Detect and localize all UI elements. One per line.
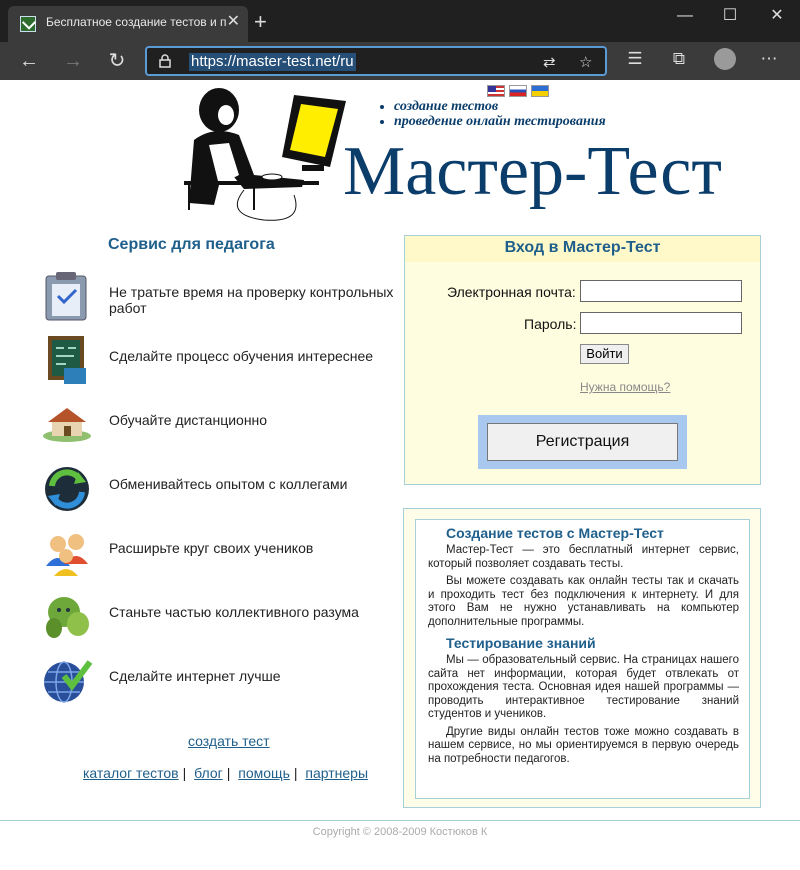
create-test-link[interactable]: создать тест [188,733,270,749]
profile-avatar-icon[interactable] [714,48,736,70]
feature-text: Расширьте круг своих учеников [109,540,314,556]
feature-text: Не тратьте время на проверку контрольных… [109,284,394,316]
people-group-icon [46,534,88,576]
email-field[interactable] [580,280,742,302]
en-flag-icon[interactable] [487,85,505,97]
new-tab-icon[interactable]: + [254,11,267,33]
feature-text: Станьте частью коллективного разума [109,604,359,620]
bottom-nav-links: каталог тестов | блог | помощь | партнеры [83,765,369,781]
maximize-icon[interactable]: ☐ [715,6,745,26]
bullet-item: проведение онлайн тестирования [394,114,606,129]
chalkboard-icon [48,336,86,384]
house-icon [43,408,91,442]
register-button[interactable]: Регистрация [487,423,678,461]
info-paragraph: Другие виды онлайн тестов тоже можно соз… [428,725,739,765]
info-paragraph: Мастер-Тест — это бесплатный интернет се… [428,544,739,570]
green-blobs-icon [46,597,89,638]
info-heading-create: Создание тестов с Мастер-Тест [446,525,664,541]
minimize-icon[interactable]: — [670,6,700,26]
info-panel-inner: Создание тестов с Мастер-Тест Мастер-Тес… [415,519,750,799]
translate-icon[interactable]: ⇄ [543,53,556,71]
forward-icon[interactable]: → [59,48,87,74]
favorite-star-icon[interactable]: ☆ [579,53,592,71]
favorites-list-icon[interactable]: ☰ [623,49,647,69]
feature-item: Сделайте процесс обучения интереснее [40,334,400,390]
help-link[interactable]: помощь [238,765,290,781]
site-logo-text[interactable]: Мастер-Тест [343,132,722,212]
feature-text: Сделайте процесс обучения интереснее [109,348,374,364]
close-window-icon[interactable]: ✕ [762,6,792,26]
email-label: Электронная почта: [447,284,576,300]
clipboard-check-icon [45,272,87,321]
partners-link[interactable]: партнеры [305,765,368,781]
bullet-item: создание тестов [394,99,606,114]
lock-icon [159,54,171,68]
teacher-service-title: Сервис для педагога [108,236,275,253]
login-panel: Вход в Мастер-Тест Электронная почта: Па… [404,235,761,485]
feature-item: Обменивайтесь опытом с коллегами [40,462,400,518]
collections-icon[interactable]: ⧉ [667,49,691,69]
info-heading-testing: Тестирование знаний [446,635,596,651]
address-bar-row: ← → ↻ https://master-test.net/ru ⇄ ☆ ☰ ⧉… [0,42,800,80]
browser-tab[interactable]: Бесплатное создание тестов и проведение … [8,6,248,42]
feature-item: Сделайте интернет лучше [40,654,400,710]
ua-flag-icon[interactable] [531,85,549,97]
login-title: Вход в Мастер-Тест [405,236,760,262]
register-button-frame: Регистрация [478,415,687,469]
url-text[interactable]: https://master-test.net/ru [189,53,356,71]
catalog-link[interactable]: каталог тестов [83,765,179,781]
refresh-icon[interactable]: ↻ [103,48,131,74]
logo-person-computer-icon [184,88,346,221]
feature-item: Обучайте дистанционно [40,398,400,454]
feature-text: Обменивайтесь опытом с коллегами [109,476,348,492]
feature-item: Не тратьте время на проверку контрольных… [40,270,400,326]
password-label: Пароль: [524,316,577,332]
copyright-text: Copyright © 2008-2009 Костюков К [312,826,488,838]
login-button[interactable]: Войти [580,344,629,364]
blog-link[interactable]: блог [194,765,223,781]
feature-text: Обучайте дистанционно [109,412,268,428]
info-panel: Создание тестов с Мастер-Тест Мастер-Тес… [403,508,761,808]
feature-text: Сделайте интернет лучше [109,668,281,684]
info-paragraph: Вы можете создавать как онлайн тесты так… [428,575,739,628]
password-field[interactable] [580,312,742,334]
back-icon[interactable]: ← [15,48,43,74]
exchange-arrows-icon [45,467,89,511]
globe-check-icon [44,660,93,703]
close-tab-icon[interactable]: ✕ [227,13,240,31]
header-bullets: создание тестов проведение онлайн тестир… [380,99,606,129]
ru-flag-icon[interactable] [509,85,527,97]
url-bar[interactable]: https://master-test.net/ru ⇄ ☆ [145,46,607,76]
need-help-link[interactable]: Нужна помощь? [580,380,670,394]
browser-tabbar: Бесплатное создание тестов и проведение … [0,0,800,42]
site-favicon-icon [20,16,36,32]
feature-item: Станьте частью коллективного разума [40,590,400,646]
tab-title: Бесплатное создание тестов и проведение … [46,15,226,29]
info-paragraph: Мы — образовательный сервис. На страница… [428,654,739,720]
more-options-icon[interactable]: ⋯ [757,49,781,69]
page-content: создание тестов проведение онлайн тестир… [0,80,800,870]
feature-item: Расширьте круг своих учеников [40,526,400,582]
footer-divider [0,820,800,821]
language-flags [487,85,553,100]
